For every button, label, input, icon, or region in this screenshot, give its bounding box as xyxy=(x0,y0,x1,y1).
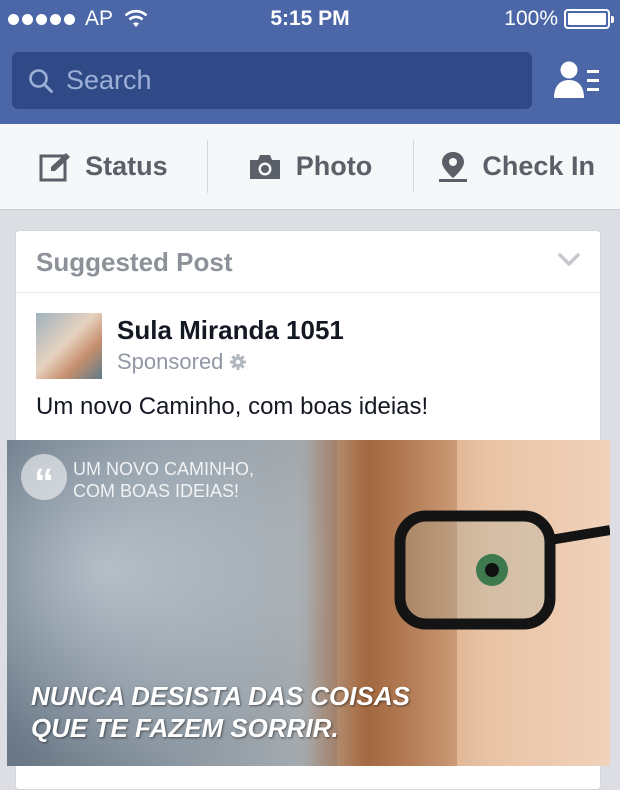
photo-button[interactable]: Photo xyxy=(206,124,414,209)
page-name[interactable]: Sula Miranda 1051 xyxy=(117,315,344,346)
camera-icon xyxy=(249,154,280,179)
chevron-down-icon[interactable] xyxy=(558,253,580,267)
post-header: Sula Miranda 1051 Sponsored xyxy=(36,313,576,381)
battery-icon xyxy=(564,9,614,29)
slogan-line-2: QUE TE FAZEM SORRIR. xyxy=(31,713,339,743)
tagline-line-2: COM BOAS IDEIAS! xyxy=(73,481,240,501)
card-header-title: Suggested Post xyxy=(36,247,233,277)
image-slogan: NUNCA DESISTA DAS COISAS QUE TE FAZEM SO… xyxy=(31,680,410,744)
status-right: 100% xyxy=(504,7,614,31)
card-header: Suggested Post xyxy=(16,231,600,293)
sponsored-label: Sponsored xyxy=(117,349,224,374)
status-label: Status xyxy=(85,151,168,181)
slogan-line-1: NUNCA DESISTA DAS COISAS xyxy=(31,681,410,711)
edit-icon xyxy=(39,152,71,181)
tagline-line-1: UM NOVO CAMINHO, xyxy=(73,459,255,479)
page-avatar[interactable] xyxy=(36,313,102,379)
checkin-label: Check In xyxy=(482,151,595,181)
search-bar[interactable] xyxy=(12,52,532,109)
post-text: Um novo Caminho, com boas ideias! xyxy=(36,393,429,420)
glasses-graphic xyxy=(394,510,610,630)
quote-icon: “ xyxy=(21,454,67,505)
checkin-button[interactable]: Check In xyxy=(413,124,620,209)
image-tagline: UM NOVO CAMINHO, COM BOAS IDEIAS! xyxy=(73,458,254,502)
status-bar: AP 5:15 PM 100% xyxy=(0,0,620,40)
photo-label: Photo xyxy=(295,151,373,181)
composer-bar: Status Photo Check In xyxy=(0,124,620,210)
search-input[interactable] xyxy=(66,65,486,96)
status-button[interactable]: Status xyxy=(0,124,207,209)
battery-percent: 100% xyxy=(504,7,558,30)
search-icon xyxy=(29,68,53,93)
ad-image[interactable]: “ UM NOVO CAMINHO, COM BOAS IDEIAS! NUNC… xyxy=(7,440,610,766)
gear-icon[interactable] xyxy=(229,353,247,371)
friend-requests-icon[interactable] xyxy=(552,58,602,104)
top-nav xyxy=(0,40,620,124)
location-pin-icon xyxy=(439,151,468,182)
post-meta: Sponsored xyxy=(117,349,247,375)
